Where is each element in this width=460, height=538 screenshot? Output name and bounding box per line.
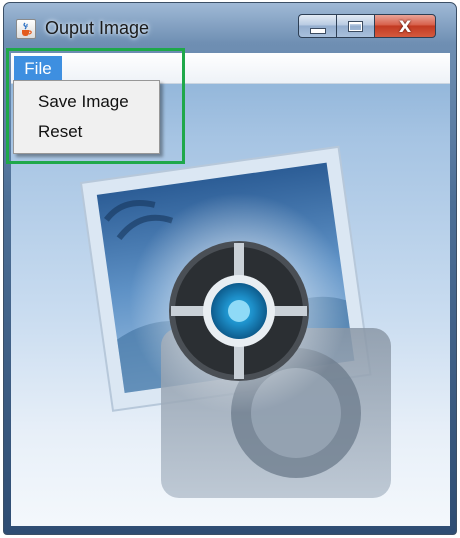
java-cup-icon: [16, 19, 36, 39]
minimize-button[interactable]: [298, 14, 336, 38]
maximize-button[interactable]: [336, 14, 374, 38]
window-title: Ouput Image: [45, 18, 150, 38]
annotation-highlight-box: [6, 48, 185, 164]
minimize-icon: [309, 27, 326, 34]
title-bar[interactable]: Ouput Image X: [6, 6, 454, 46]
maximize-icon: [348, 20, 363, 32]
window-controls: X: [298, 14, 436, 40]
close-icon: X: [398, 16, 412, 36]
close-button[interactable]: X: [374, 14, 436, 38]
